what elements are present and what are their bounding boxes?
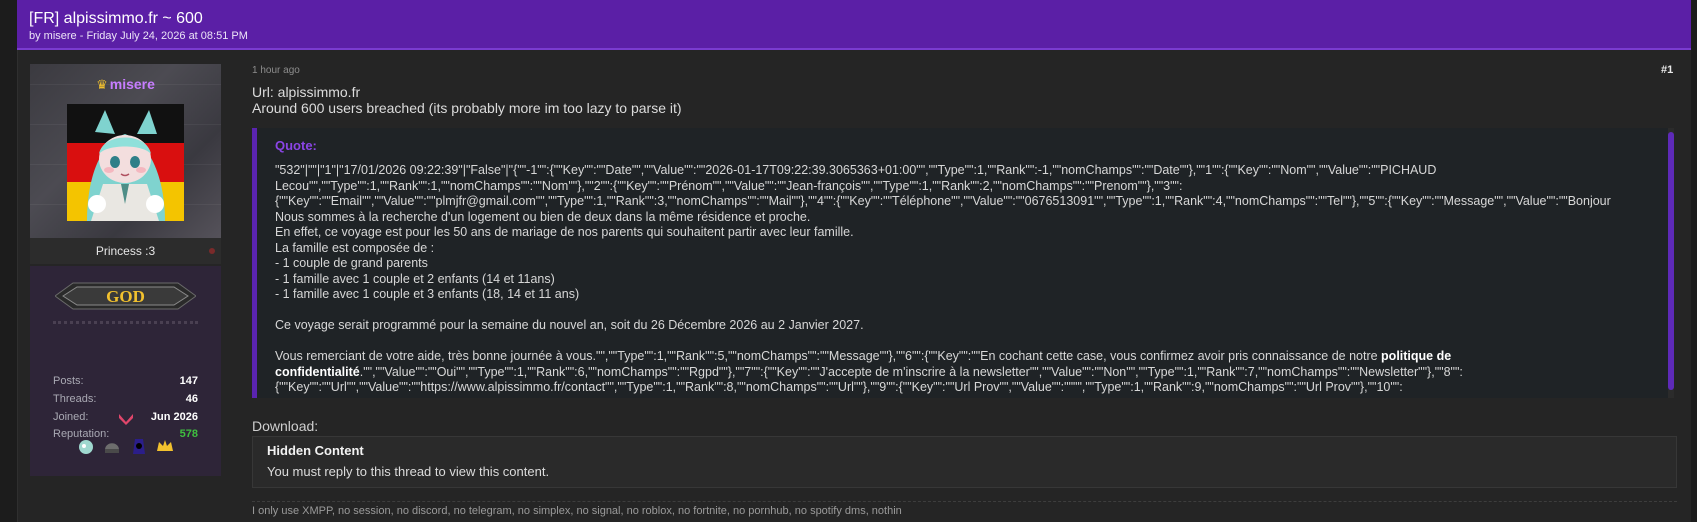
rank-badge-icon: GOD: [54, 282, 197, 310]
avatar-character-icon: [87, 110, 165, 221]
post-timestamp[interactable]: 1 hour ago: [252, 65, 300, 76]
stat-posts: Posts: 147: [53, 375, 198, 387]
chevron-award-icon: [119, 414, 133, 425]
quote-paragraph: Ce voyage serait programmé pour la semai…: [275, 318, 864, 332]
thread-title: [FR] alpissimmo.fr ~ 600: [29, 10, 203, 27]
user-panel: ♛ misere Princess :3 GOD Posts: 147 Thre…: [30, 64, 221, 476]
avatar[interactable]: [67, 104, 184, 221]
post-text-line: Url: alpissimmo.fr: [252, 84, 361, 100]
divider: [53, 321, 198, 325]
quote-scrollbar[interactable]: [1668, 128, 1674, 398]
download-label: Download:: [252, 418, 319, 434]
stat-threads: Threads: 46: [53, 393, 198, 405]
quote-label: Quote:: [275, 138, 317, 153]
awards: [30, 436, 221, 460]
username: misere: [109, 76, 155, 92]
signature: I only use XMPP, no session, no discord,…: [252, 505, 902, 517]
username-link[interactable]: ♛ misere: [30, 76, 221, 93]
quote-paragraph: Vous remerciant de votre aide, très bonn…: [275, 349, 1467, 394]
thread-meta: by misere - Friday July 24, 2026 at 08:5…: [29, 30, 248, 42]
rank-label: GOD: [106, 287, 145, 306]
crown-icon: ♛: [96, 77, 108, 92]
profile-banner: ♛ misere: [30, 64, 221, 238]
signature-divider: [252, 501, 1677, 502]
offline-status-icon: [209, 248, 215, 254]
award-helmet-icon[interactable]: [102, 436, 122, 456]
hidden-content-message: You must reply to this thread to view th…: [267, 464, 550, 479]
quote-block[interactable]: Quote: "532"|""|"1"|"17/01/2026 09:22:39…: [252, 128, 1674, 398]
post-number-link[interactable]: #1: [1661, 64, 1673, 76]
award-hood-icon[interactable]: [129, 436, 149, 456]
hidden-content-box: Hidden Content You must reply to this th…: [252, 436, 1677, 488]
thread-header: [FR] alpissimmo.fr ~ 600 by misere - Fri…: [17, 0, 1691, 50]
quote-text: "532"|""|"1"|"17/01/2026 09:22:39"|"Fals…: [275, 163, 1670, 396]
award-blob-icon[interactable]: [76, 436, 96, 456]
award-crown-icon[interactable]: [155, 436, 175, 456]
quote-paragraph: "532"|""|"1"|"17/01/2026 09:22:39"|"Fals…: [275, 163, 1611, 301]
post-text-line: Around 600 users breached (its probably …: [252, 100, 682, 116]
hidden-content-title: Hidden Content: [267, 443, 364, 458]
rank-badge: GOD: [54, 279, 197, 313]
user-title: Princess :3: [30, 238, 221, 264]
quote-scrollbar-thumb[interactable]: [1668, 132, 1674, 390]
